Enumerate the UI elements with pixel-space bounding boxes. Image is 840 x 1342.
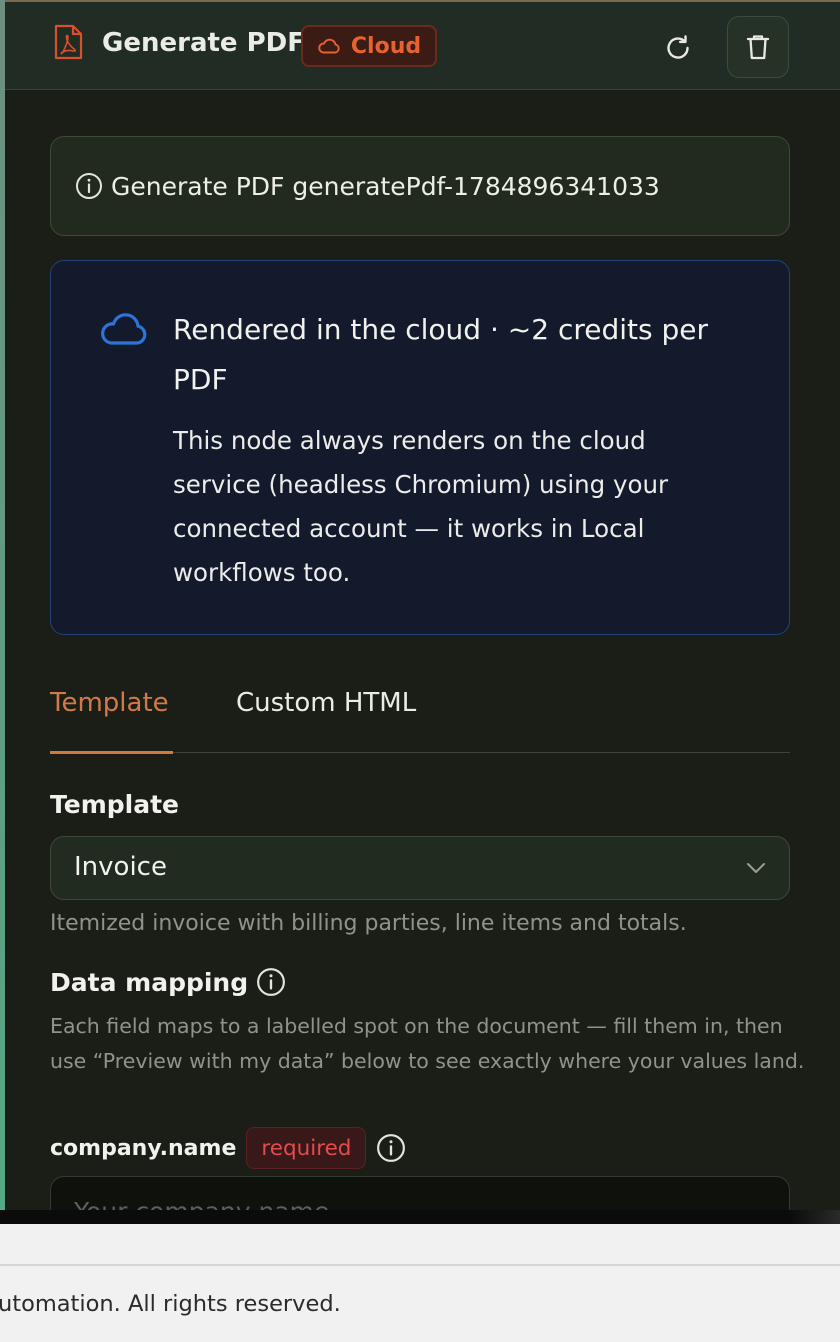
cloud-notice-title: Rendered in the cloud · ~2 credits per P… bbox=[173, 313, 708, 396]
cloud-badge: Cloud bbox=[301, 25, 437, 67]
cloud-badge-label: Cloud bbox=[350, 33, 422, 59]
template-select-value: Invoice bbox=[74, 852, 167, 882]
info-icon[interactable] bbox=[256, 967, 286, 997]
footer-divider bbox=[0, 1264, 840, 1266]
node-id-info: Generate PDF generatePdf-1784896341033 bbox=[50, 136, 790, 236]
pdf-file-icon bbox=[54, 24, 83, 60]
cloud-notice-description: This node always renders on the cloud se… bbox=[173, 426, 669, 587]
active-tab-indicator bbox=[50, 751, 173, 754]
panel-bottom-edge bbox=[0, 1210, 840, 1224]
footer-copyright: utomation. All rights reserved. bbox=[0, 1291, 341, 1317]
cloud-icon bbox=[318, 38, 340, 54]
field-label: company.name bbox=[50, 1135, 237, 1161]
template-select[interactable]: Invoice bbox=[50, 836, 790, 900]
tab-custom-html[interactable]: Custom HTML bbox=[236, 688, 416, 718]
node-title: Generate PDF bbox=[102, 28, 305, 58]
panel-header: Generate PDF Cloud bbox=[5, 2, 840, 90]
info-icon bbox=[76, 173, 102, 199]
node-id-text: Generate PDF generatePdf-1784896341033 bbox=[111, 171, 660, 201]
template-hint: Itemized invoice with billing parties, l… bbox=[50, 911, 687, 936]
delete-node-button[interactable] bbox=[727, 16, 789, 78]
refresh-icon bbox=[667, 35, 689, 59]
panel-left-accent bbox=[0, 0, 5, 1210]
cloud-render-notice: Rendered in the cloud · ~2 credits per P… bbox=[50, 260, 790, 635]
refresh-button[interactable] bbox=[655, 25, 701, 71]
chevron-down-icon bbox=[747, 863, 765, 873]
template-label: Template bbox=[50, 790, 179, 819]
tab-template[interactable]: Template bbox=[50, 688, 169, 718]
company-name-input[interactable] bbox=[50, 1176, 790, 1210]
cloud-icon bbox=[101, 313, 147, 345]
field-header-company-name: company.name required bbox=[50, 1127, 406, 1169]
data-mapping-description: Each field maps to a labelled spot on th… bbox=[50, 1014, 805, 1073]
trash-icon bbox=[746, 35, 770, 60]
data-mapping-title: Data mapping bbox=[50, 967, 249, 997]
data-mapping-header: Data mapping bbox=[50, 967, 286, 997]
node-config-panel: Generate PDF Cloud Generate PDF generate… bbox=[0, 0, 840, 1210]
info-icon[interactable] bbox=[376, 1133, 406, 1163]
required-badge: required bbox=[246, 1127, 367, 1169]
mode-tabs: Template Custom HTML bbox=[50, 680, 790, 754]
